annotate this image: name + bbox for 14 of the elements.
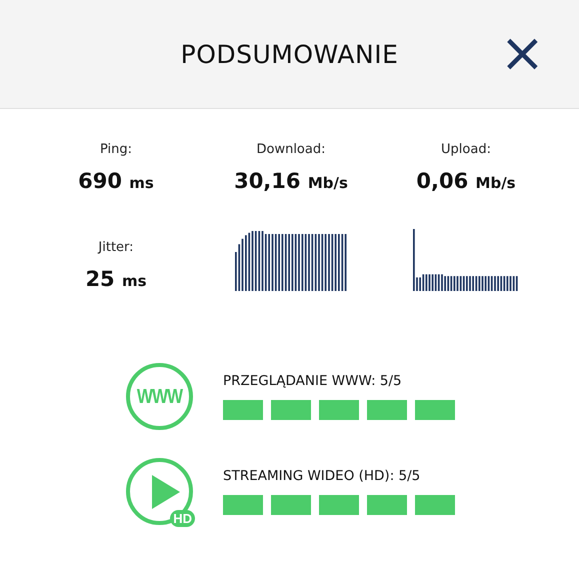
stat-value: 690 ms	[78, 169, 154, 193]
stat-label: Download:	[256, 142, 326, 157]
stat-label: Ping:	[100, 142, 132, 157]
stat-value: 0,06 Mb/s	[416, 169, 516, 193]
play-icon: HD	[126, 458, 193, 525]
stat-label: Jitter:	[98, 240, 134, 255]
rating-label: STREAMING WIDEO (HD): 5/5	[223, 468, 422, 484]
web-icon: WWW	[126, 363, 193, 430]
screen-title: PODSUMOWANIE	[180, 40, 398, 68]
close-button[interactable]: ×	[496, 26, 549, 80]
rating-label: PRZEGLĄDANIE WWW: 5/5	[223, 373, 403, 389]
stat-value: 25 ms	[85, 267, 147, 291]
stat-label: Upload:	[441, 142, 491, 157]
stat-value: 30,16 Mb/s	[234, 169, 348, 193]
